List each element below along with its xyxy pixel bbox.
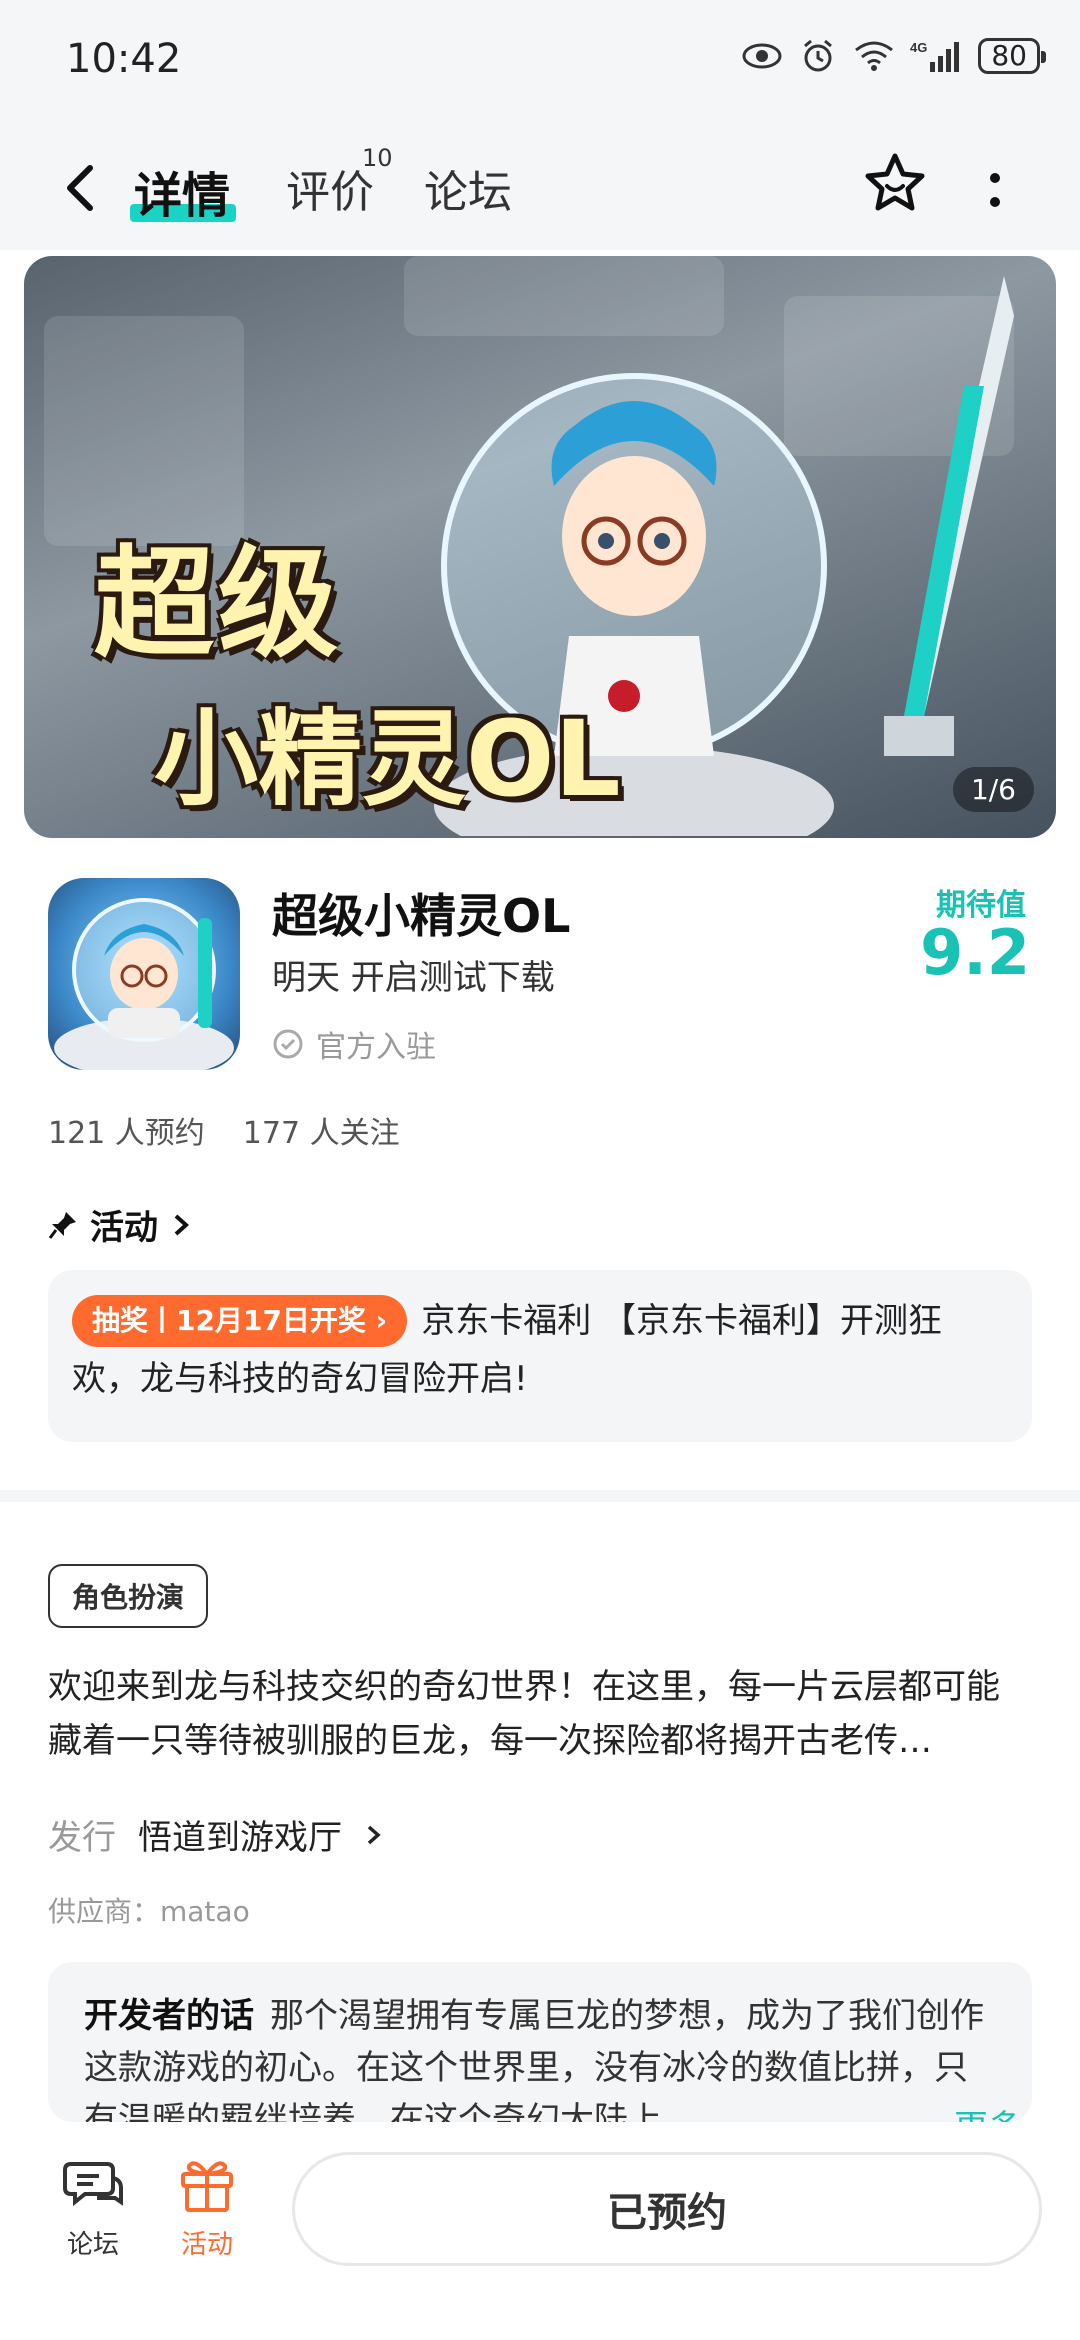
reservation-count: 121 人预约 xyxy=(48,1116,205,1151)
game-description[interactable]: 欢迎来到龙与科技交织的奇幻世界！在这里，每一片云层都可能藏着一只等待被驯服的巨龙… xyxy=(48,1660,1032,1768)
app-release-info: 明天 开启测试下载 xyxy=(272,958,555,998)
tab-detail-label: 详情 xyxy=(134,168,231,224)
activity-card[interactable]: 抽奖丨12月17日开奖 › 京东卡福利 【京东卡福利】开测狂欢，龙与科技的奇幻冒险… xyxy=(48,1270,1032,1442)
tab-detail[interactable]: 详情 xyxy=(134,156,230,226)
banner-title-line1: 超级 xyxy=(94,535,342,674)
publisher-label: 发行 xyxy=(48,1818,116,1858)
bottom-forum-label: 论坛 xyxy=(66,2230,119,2260)
favorite-star-icon[interactable] xyxy=(862,150,928,216)
banner-title: 超级 小精灵OL xyxy=(94,506,634,825)
top-nav: 详情 评价 10 论坛 xyxy=(0,120,1080,250)
follower-count: 177 人关注 xyxy=(242,1116,400,1151)
section-divider xyxy=(0,1490,1080,1502)
gift-icon xyxy=(175,2152,239,2216)
official-badge: 官方入驻 xyxy=(272,1022,436,1066)
banner-syringe-art xyxy=(884,276,1014,756)
expectation-score: 9.2 xyxy=(920,916,1030,989)
svg-text:4G: 4G xyxy=(910,40,927,55)
genre-tag[interactable]: 角色扮演 xyxy=(48,1564,209,1628)
status-icons: 4G 80 xyxy=(742,36,1046,76)
pin-icon xyxy=(48,1211,76,1239)
wifi-icon xyxy=(854,36,894,76)
chevron-right-icon xyxy=(367,1825,381,1844)
app-name: 超级小精灵OL xyxy=(272,889,571,943)
eye-icon xyxy=(742,36,782,76)
official-label: 官方入驻 xyxy=(316,1030,436,1065)
activity-section-header[interactable]: 活动 xyxy=(48,1200,192,1249)
activity-heading: 活动 xyxy=(90,1208,158,1248)
lottery-tag[interactable]: 抽奖丨12月17日开奖 › xyxy=(72,1295,408,1347)
tab-forum[interactable]: 论坛 xyxy=(424,156,512,220)
review-count-badge: 10 xyxy=(362,144,393,172)
developer-note-title: 开发者的话 xyxy=(84,1996,254,2036)
supplier-info: 供应商：matao xyxy=(48,1895,250,1928)
app-icon xyxy=(48,878,240,1070)
banner-carousel[interactable]: 超级 小精灵OL 1/6 xyxy=(24,256,1056,838)
bottom-forum-button[interactable]: 论坛 xyxy=(48,2152,138,2261)
forum-chat-icon xyxy=(61,2152,125,2216)
banner-page-counter: 1/6 xyxy=(952,767,1034,812)
banner-title-line2: 小精灵OL xyxy=(154,698,621,820)
app-stats: 121 人预约 177 人关注 xyxy=(48,1108,400,1152)
signal-icon: 4G xyxy=(910,36,962,76)
status-bar: 10:42 4G 80 xyxy=(0,0,1080,120)
tab-review[interactable]: 评价 xyxy=(286,156,374,220)
back-button[interactable] xyxy=(56,158,106,218)
banner-decor xyxy=(404,256,724,336)
chevron-right-icon xyxy=(174,1214,189,1235)
publisher-name: 悟道到游戏厅 xyxy=(138,1818,342,1858)
bottom-activity-label: 活动 xyxy=(180,2230,233,2260)
lottery-tag-label: 抽奖丨12月17日开奖 xyxy=(92,1304,366,1337)
alarm-icon xyxy=(798,36,838,76)
reserved-button[interactable]: 已预约 xyxy=(292,2152,1042,2266)
developer-note-card[interactable]: 开发者的话 那个渴望拥有专属巨龙的梦想，成为了我们创作这款游戏的初心。在这个世界里… xyxy=(48,1962,1032,2122)
verified-check-icon xyxy=(273,1029,303,1059)
publisher-row[interactable]: 发行 悟道到游戏厅 xyxy=(48,1810,384,1859)
battery-icon: 80 xyxy=(978,38,1046,74)
more-options-icon[interactable] xyxy=(980,160,1010,220)
status-time: 10:42 xyxy=(66,36,182,82)
bottom-activity-button[interactable]: 活动 xyxy=(162,2152,252,2261)
bottom-bar: 论坛 活动 已预约 xyxy=(0,2122,1080,2340)
